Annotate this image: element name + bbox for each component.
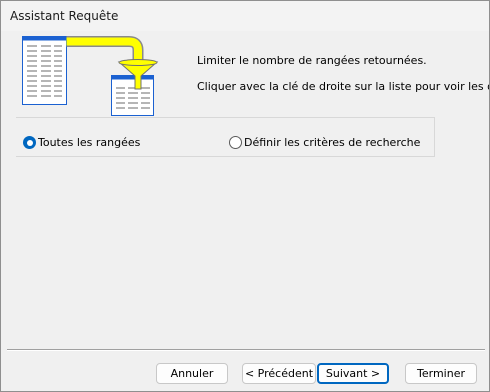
window-title: Assistant Requête <box>10 9 119 23</box>
finish-button[interactable]: Terminer <box>405 363 477 384</box>
query-wizard-window: Assistant Requête Limiter le nombre de r… <box>0 0 490 392</box>
radio-all-rows-label[interactable]: Toutes les rangées <box>38 136 140 149</box>
source-table-icon <box>22 36 67 105</box>
cancel-button[interactable]: Annuler <box>156 363 228 384</box>
radio-all-rows[interactable]: Toutes les rangées <box>23 136 140 149</box>
title-bar[interactable]: Assistant Requête <box>1 1 489 31</box>
flow-arrow-icon <box>66 36 144 61</box>
info-text-limit-rows: Limiter le nombre de rangées retournées. <box>197 54 427 67</box>
previous-button[interactable]: < Précédent <box>242 363 316 384</box>
info-text-right-click-hint: Cliquer avec la clé de droite sur la lis… <box>197 80 489 93</box>
result-table-icon <box>111 75 154 116</box>
radio-unchecked-icon[interactable] <box>229 136 242 149</box>
button-separator <box>7 349 485 351</box>
radio-checked-icon[interactable] <box>23 136 36 149</box>
next-button[interactable]: Suivant > <box>317 363 389 384</box>
filter-table-icon <box>22 36 159 116</box>
radio-define-criteria-label[interactable]: Définir les critères de recherche <box>244 136 420 149</box>
radio-define-criteria[interactable]: Définir les critères de recherche <box>229 136 420 149</box>
